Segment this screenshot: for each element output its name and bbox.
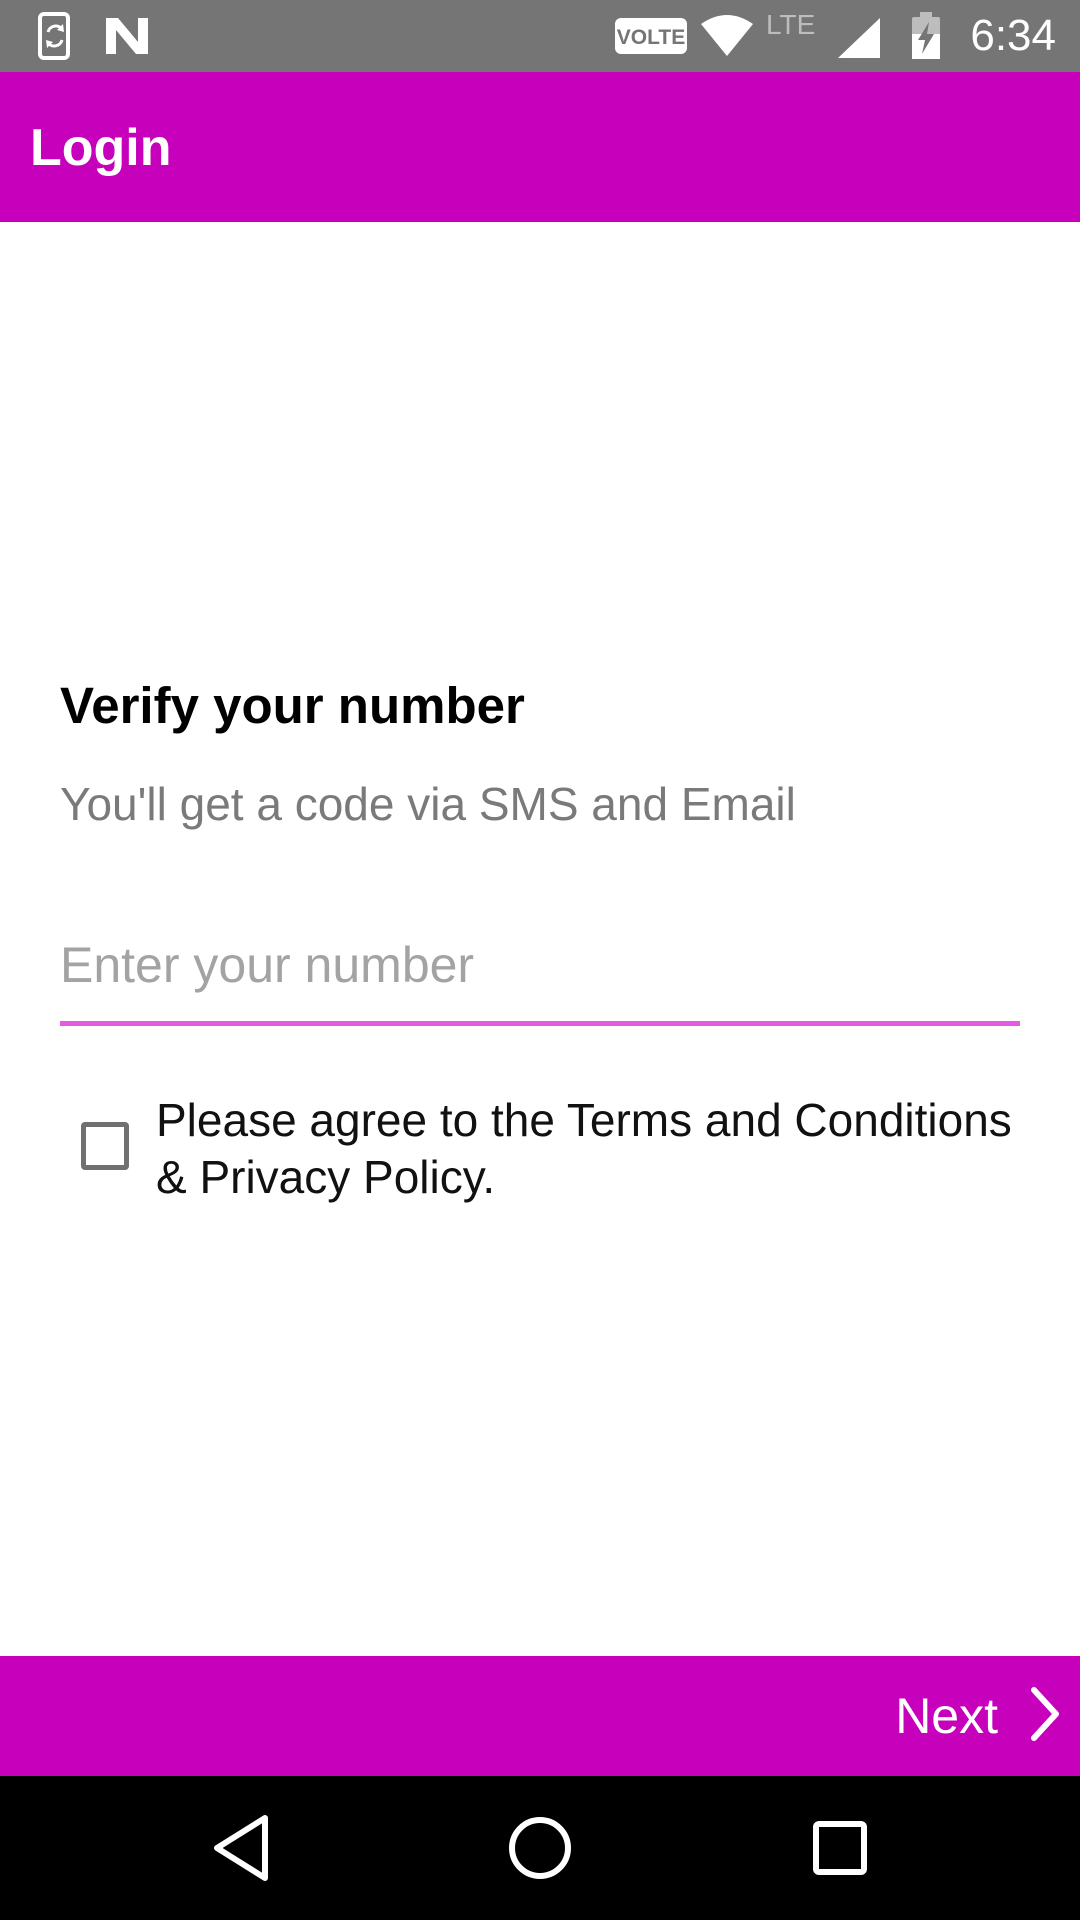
verify-heading: Verify your number	[60, 677, 525, 734]
lte-icon: LTE	[766, 8, 826, 43]
back-icon[interactable]	[203, 1810, 279, 1886]
home-icon[interactable]	[502, 1810, 578, 1886]
app-bar: Login	[0, 72, 1080, 222]
input-underline	[60, 1021, 1020, 1026]
page-title: Login	[30, 119, 172, 177]
terms-checkbox[interactable]	[81, 1122, 129, 1170]
n-notification-icon	[104, 12, 150, 65]
terms-label[interactable]: Please agree to the Terms and Conditions…	[156, 1092, 1016, 1206]
battery-charging-icon	[910, 12, 942, 65]
chevron-right-icon	[1028, 1686, 1062, 1747]
system-nav-bar	[0, 1776, 1080, 1920]
next-button[interactable]: Next	[895, 1656, 1062, 1776]
phone-number-input[interactable]	[60, 930, 1020, 1000]
volte-icon: VOLTE	[614, 16, 688, 61]
sync-phone-icon	[36, 12, 76, 65]
next-label: Next	[895, 1688, 998, 1744]
status-bar: VOLTE LTE 6:34	[0, 0, 1080, 72]
svg-text:LTE: LTE	[766, 9, 815, 38]
svg-text:VOLTE: VOLTE	[617, 26, 685, 49]
verify-subheading: You'll get a code via SMS and Email	[60, 778, 796, 830]
status-time: 6:34	[970, 11, 1056, 60]
wifi-icon	[700, 14, 754, 63]
login-screen: VOLTE LTE 6:34 Login Verify your number …	[0, 0, 1080, 1920]
bottom-action-bar: Next	[0, 1656, 1080, 1776]
signal-icon	[836, 18, 882, 65]
recents-icon[interactable]	[802, 1810, 878, 1886]
